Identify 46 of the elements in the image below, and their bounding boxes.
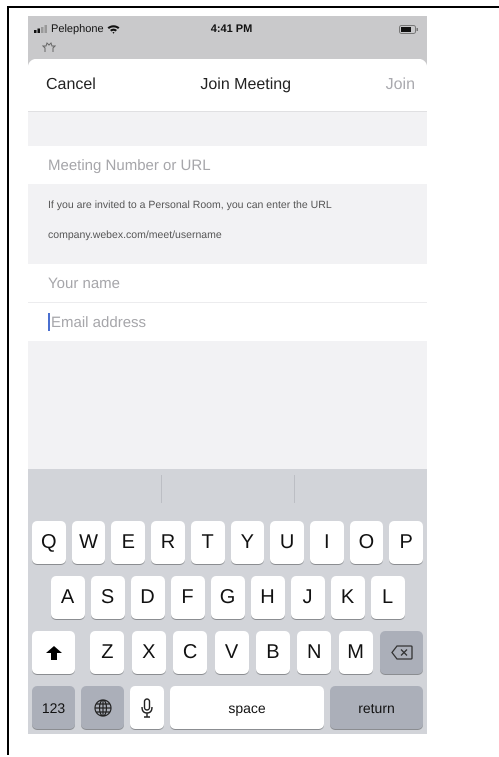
help-text: company.webex.com/meet/username [48,228,223,243]
letter-key[interactable]: L [370,576,404,619]
letter-key[interactable]: Z [90,631,124,674]
letter-key[interactable]: E [111,521,146,564]
signal-icon [34,25,48,33]
battery-icon [398,24,419,34]
letter-key[interactable]: P [389,521,424,564]
shift-key[interactable] [32,631,75,674]
letter-key[interactable]: W [72,521,106,564]
space-key[interactable]: space [170,686,324,729]
letter-key[interactable]: R [151,521,185,564]
letter-key[interactable]: I [310,521,344,564]
letter-key[interactable]: K [330,576,364,619]
letter-key[interactable]: X [132,631,166,674]
letter-key[interactable]: O [350,521,384,564]
letter-key[interactable]: N [297,631,332,674]
letter-key[interactable]: B [256,631,290,674]
shift-arrow-icon [46,646,62,660]
letter-key[interactable]: C [173,631,208,674]
letter-key[interactable]: S [90,576,124,619]
letter-key[interactable]: T [190,521,224,564]
letter-key[interactable]: Q [32,521,66,564]
globe-icon [94,698,112,716]
return-key[interactable]: return [330,686,423,729]
globe-key[interactable] [81,686,124,729]
cancel-button[interactable]: Cancel [42,74,100,96]
carrier-name: Pelephone [51,23,104,35]
backspace-key[interactable] [380,631,423,674]
letter-key[interactable]: F [170,576,204,619]
backspace-icon [390,645,412,660]
letter-key[interactable]: H [250,576,284,619]
microphone-key[interactable] [130,686,164,729]
letter-key[interactable]: A [50,576,84,619]
letter-key[interactable]: U [270,521,304,564]
numbers-key[interactable]: 123 [32,686,75,729]
letter-key[interactable]: M [338,631,373,674]
help-text: If you are invited to a Personal Room, you can enter the URL [48,198,333,213]
letter-key[interactable]: D [130,576,164,619]
letter-key[interactable]: Y [230,521,264,564]
microphone-icon [141,698,153,718]
wifi-icon [106,24,120,34]
letter-key[interactable]: J [290,576,324,619]
clock-time: 4:41 PM [210,23,252,35]
letter-key[interactable]: V [214,631,248,674]
screen-title: Join Meeting [200,76,292,94]
letter-key[interactable]: G [210,576,244,619]
